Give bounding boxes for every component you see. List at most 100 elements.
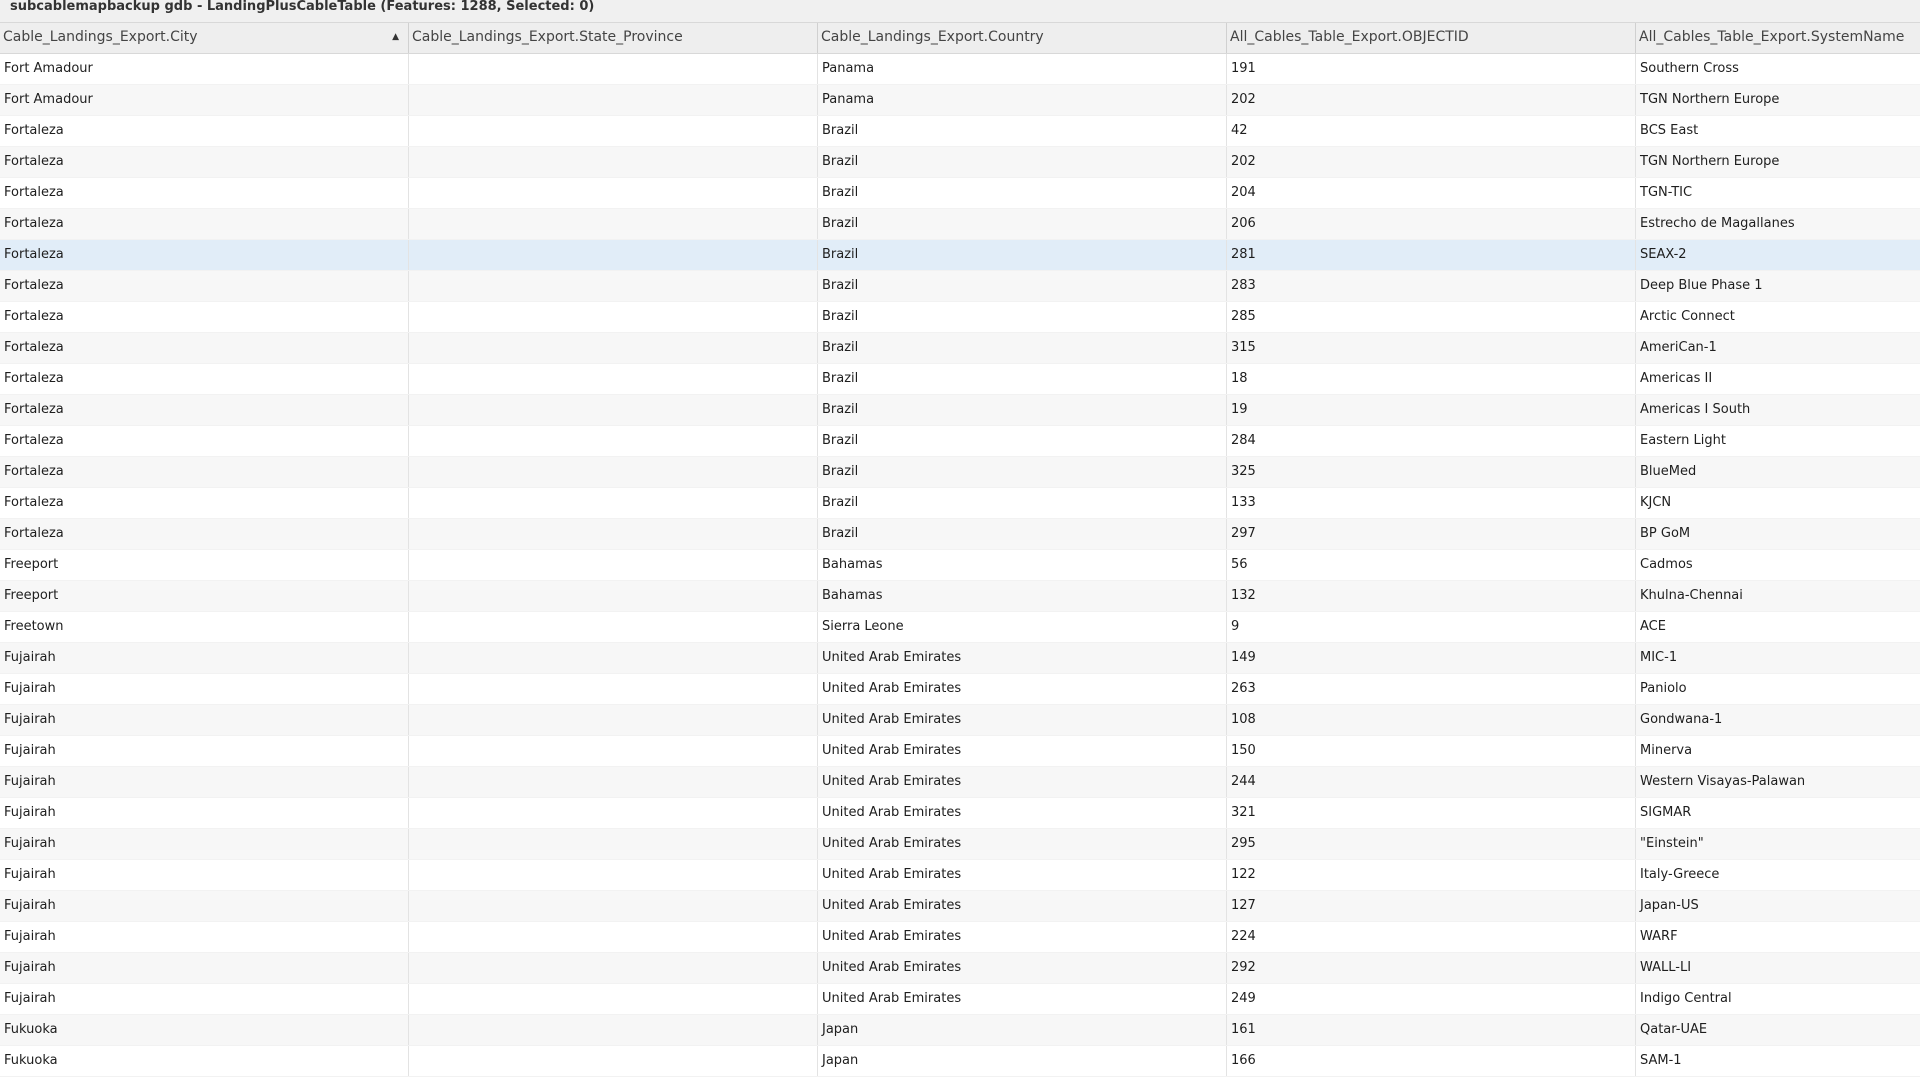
- objectid-cell[interactable]: 132: [1227, 581, 1636, 611]
- systemname-cell[interactable]: TGN Northern Europe: [1636, 85, 1920, 115]
- city-cell[interactable]: Fujairah: [0, 922, 409, 952]
- table-row[interactable]: Fujairah United Arab Emirates 108 Gondwana-…: [0, 705, 1920, 736]
- country-cell[interactable]: Brazil: [818, 457, 1227, 487]
- city-cell[interactable]: Fujairah: [0, 674, 409, 704]
- table-row[interactable]: Fujairah United Arab Emirates 295 "Einstein…: [0, 829, 1920, 860]
- country-cell[interactable]: Brazil: [818, 333, 1227, 363]
- objectid-cell[interactable]: 297: [1227, 519, 1636, 549]
- state-province-cell[interactable]: [409, 54, 818, 84]
- objectid-cell[interactable]: 9: [1227, 612, 1636, 642]
- state-province-cell[interactable]: [409, 550, 818, 580]
- state-province-cell[interactable]: [409, 922, 818, 952]
- country-cell[interactable]: Brazil: [818, 178, 1227, 208]
- objectid-cell[interactable]: 127: [1227, 891, 1636, 921]
- systemname-cell[interactable]: BCS East: [1636, 116, 1920, 146]
- systemname-cell[interactable]: Paniolo: [1636, 674, 1920, 704]
- state-province-cell[interactable]: [409, 1046, 818, 1076]
- state-province-cell[interactable]: [409, 209, 818, 239]
- table-row[interactable]: Fujairah United Arab Emirates 249 Indigo Ce…: [0, 984, 1920, 1015]
- systemname-cell[interactable]: Deep Blue Phase 1: [1636, 271, 1920, 301]
- city-cell[interactable]: Fujairah: [0, 829, 409, 859]
- city-cell[interactable]: Fort Amadour: [0, 85, 409, 115]
- objectid-cell[interactable]: 191: [1227, 54, 1636, 84]
- table-row[interactable]: Freeport Bahamas 56 Cadmos: [0, 550, 1920, 581]
- country-cell[interactable]: Bahamas: [818, 550, 1227, 580]
- table-row[interactable]: Fort Amadour Panama 202 TGN Northern Europe: [0, 85, 1920, 116]
- country-cell[interactable]: United Arab Emirates: [818, 705, 1227, 735]
- objectid-cell[interactable]: 202: [1227, 85, 1636, 115]
- systemname-cell[interactable]: Arctic Connect: [1636, 302, 1920, 332]
- country-cell[interactable]: Brazil: [818, 426, 1227, 456]
- table-row[interactable]: Fujairah United Arab Emirates 244 Western V…: [0, 767, 1920, 798]
- table-row[interactable]: Fortaleza Brazil 284 Eastern Light: [0, 426, 1920, 457]
- table-row[interactable]: Fortaleza Brazil 285 Arctic Connect: [0, 302, 1920, 333]
- city-cell[interactable]: Fujairah: [0, 643, 409, 673]
- systemname-cell[interactable]: Khulna-Chennai: [1636, 581, 1920, 611]
- country-cell[interactable]: United Arab Emirates: [818, 984, 1227, 1014]
- systemname-cell[interactable]: Americas II: [1636, 364, 1920, 394]
- city-cell[interactable]: Fortaleza: [0, 302, 409, 332]
- systemname-cell[interactable]: AmeriCan-1: [1636, 333, 1920, 363]
- state-province-cell[interactable]: [409, 767, 818, 797]
- objectid-cell[interactable]: 325: [1227, 457, 1636, 487]
- state-province-cell[interactable]: [409, 395, 818, 425]
- country-cell[interactable]: United Arab Emirates: [818, 767, 1227, 797]
- systemname-cell[interactable]: MIC-1: [1636, 643, 1920, 673]
- state-province-cell[interactable]: [409, 519, 818, 549]
- state-province-cell[interactable]: [409, 488, 818, 518]
- country-cell[interactable]: United Arab Emirates: [818, 953, 1227, 983]
- objectid-cell[interactable]: 166: [1227, 1046, 1636, 1076]
- objectid-cell[interactable]: 285: [1227, 302, 1636, 332]
- city-cell[interactable]: Fujairah: [0, 767, 409, 797]
- systemname-cell[interactable]: Eastern Light: [1636, 426, 1920, 456]
- country-cell[interactable]: Brazil: [818, 302, 1227, 332]
- objectid-cell[interactable]: 42: [1227, 116, 1636, 146]
- city-cell[interactable]: Freetown: [0, 612, 409, 642]
- state-province-cell[interactable]: [409, 147, 818, 177]
- systemname-cell[interactable]: BP GoM: [1636, 519, 1920, 549]
- table-row[interactable]: Fortaleza Brazil 202 TGN Northern Europe: [0, 147, 1920, 178]
- table-row[interactable]: Fortaleza Brazil 18 Americas II: [0, 364, 1920, 395]
- country-cell[interactable]: Bahamas: [818, 581, 1227, 611]
- table-row[interactable]: Fukuoka Japan 166 SAM-1: [0, 1046, 1920, 1077]
- column-header-objectid[interactable]: All_Cables_Table_Export.OBJECTID: [1227, 23, 1636, 53]
- systemname-cell[interactable]: WARF: [1636, 922, 1920, 952]
- state-province-cell[interactable]: [409, 457, 818, 487]
- country-cell[interactable]: Brazil: [818, 395, 1227, 425]
- city-cell[interactable]: Fort Amadour: [0, 54, 409, 84]
- country-cell[interactable]: United Arab Emirates: [818, 798, 1227, 828]
- country-cell[interactable]: United Arab Emirates: [818, 891, 1227, 921]
- city-cell[interactable]: Fortaleza: [0, 519, 409, 549]
- state-province-cell[interactable]: [409, 302, 818, 332]
- country-cell[interactable]: United Arab Emirates: [818, 643, 1227, 673]
- state-province-cell[interactable]: [409, 953, 818, 983]
- city-cell[interactable]: Fortaleza: [0, 395, 409, 425]
- objectid-cell[interactable]: 249: [1227, 984, 1636, 1014]
- objectid-cell[interactable]: 56: [1227, 550, 1636, 580]
- country-cell[interactable]: United Arab Emirates: [818, 829, 1227, 859]
- state-province-cell[interactable]: [409, 643, 818, 673]
- objectid-cell[interactable]: 108: [1227, 705, 1636, 735]
- table-row[interactable]: Fortaleza Brazil 281 SEAX-2: [0, 240, 1920, 271]
- state-province-cell[interactable]: [409, 581, 818, 611]
- country-cell[interactable]: Brazil: [818, 116, 1227, 146]
- table-row[interactable]: Fujairah United Arab Emirates 127 Japan-US: [0, 891, 1920, 922]
- city-cell[interactable]: Fortaleza: [0, 116, 409, 146]
- objectid-cell[interactable]: 202: [1227, 147, 1636, 177]
- objectid-cell[interactable]: 295: [1227, 829, 1636, 859]
- city-cell[interactable]: Fortaleza: [0, 271, 409, 301]
- country-cell[interactable]: Brazil: [818, 209, 1227, 239]
- table-row[interactable]: Freetown Sierra Leone 9 ACE: [0, 612, 1920, 643]
- table-row[interactable]: Fukuoka Japan 161 Qatar-UAE: [0, 1015, 1920, 1046]
- country-cell[interactable]: Brazil: [818, 488, 1227, 518]
- country-cell[interactable]: Japan: [818, 1046, 1227, 1076]
- objectid-cell[interactable]: 161: [1227, 1015, 1636, 1045]
- table-row[interactable]: Fujairah United Arab Emirates 292 WALL-LI: [0, 953, 1920, 984]
- city-cell[interactable]: Fukuoka: [0, 1015, 409, 1045]
- city-cell[interactable]: Fujairah: [0, 705, 409, 735]
- city-cell[interactable]: Fortaleza: [0, 240, 409, 270]
- table-row[interactable]: Fort Amadour Panama 191 Southern Cross: [0, 54, 1920, 85]
- systemname-cell[interactable]: Japan-US: [1636, 891, 1920, 921]
- objectid-cell[interactable]: 315: [1227, 333, 1636, 363]
- state-province-cell[interactable]: [409, 116, 818, 146]
